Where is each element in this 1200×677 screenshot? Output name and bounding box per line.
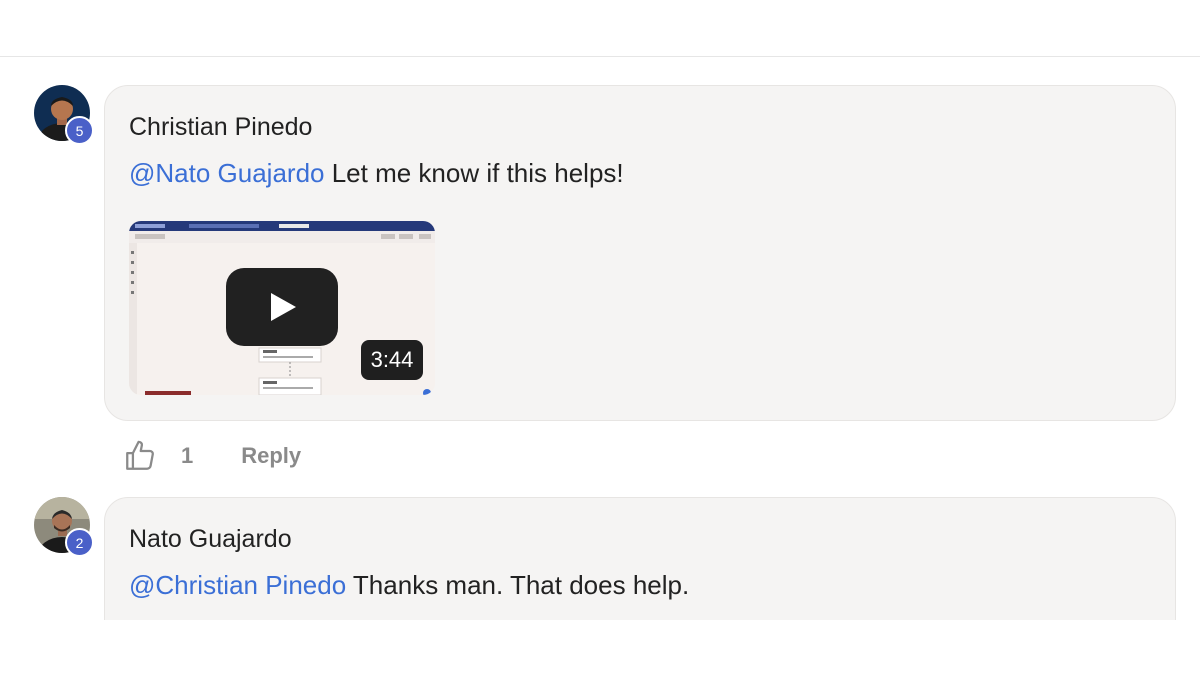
thumbs-up-icon xyxy=(126,440,154,470)
comment-author[interactable]: Christian Pinedo xyxy=(129,113,312,142)
comment-bubble: Nato Guajardo @Christian Pinedo Thanks m… xyxy=(104,497,1176,620)
comment-body: @Nato Guajardo Let me know if this helps… xyxy=(129,158,624,189)
reply-button[interactable]: Reply xyxy=(241,443,301,469)
video-duration: 3:44 xyxy=(361,340,423,380)
mention-link[interactable]: @Christian Pinedo xyxy=(129,570,346,600)
video-thumbnail[interactable]: 3:44 xyxy=(129,221,435,395)
play-button[interactable] xyxy=(226,268,338,346)
comment-avatar[interactable]: 2 xyxy=(34,497,94,557)
comment-body: @Christian Pinedo Thanks man. That does … xyxy=(129,570,689,601)
comment-actions: 1 Reply xyxy=(122,436,301,476)
like-button[interactable] xyxy=(122,438,158,474)
comment-text: Let me know if this helps! xyxy=(324,158,624,188)
comment-author[interactable]: Nato Guajardo xyxy=(129,525,292,554)
level-badge: 5 xyxy=(65,116,94,145)
comment-thread: 5 Christian Pinedo @Nato Guajardo Let me… xyxy=(0,57,1200,620)
like-count: 1 xyxy=(181,443,194,468)
mention-link[interactable]: @Nato Guajardo xyxy=(129,158,325,188)
bottom-area xyxy=(0,620,1200,677)
play-icon xyxy=(271,293,296,321)
comment-text: Thanks man. That does help. xyxy=(346,570,690,600)
comment-avatar[interactable]: 5 xyxy=(34,85,94,145)
comment-bubble: Christian Pinedo @Nato Guajardo Let me k… xyxy=(104,85,1176,421)
level-badge: 2 xyxy=(65,528,94,557)
